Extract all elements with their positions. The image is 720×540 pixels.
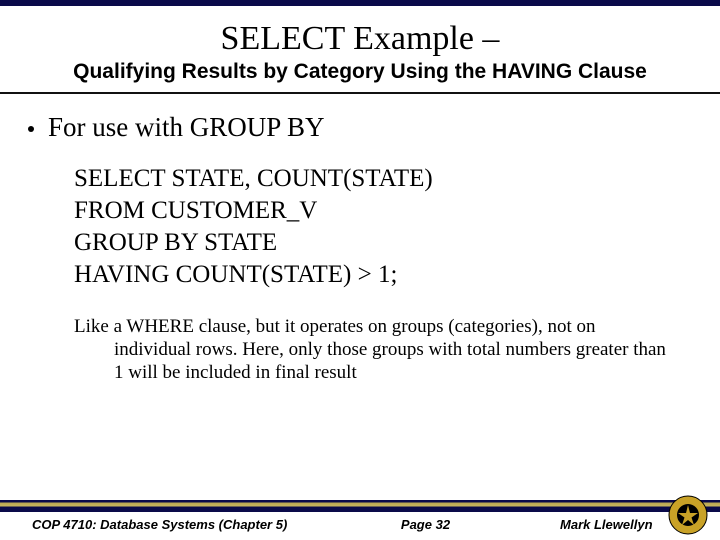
footer-page: Page 32 xyxy=(340,517,510,532)
code-line: SELECT STATE, COUNT(STATE) xyxy=(74,163,692,195)
footer-text-row: COP 4710: Database Systems (Chapter 5) P… xyxy=(0,517,720,532)
footer-accent-bar xyxy=(0,500,720,512)
code-line: GROUP BY STATE xyxy=(74,227,692,259)
footer-course: COP 4710: Database Systems (Chapter 5) xyxy=(32,517,340,532)
footer: COP 4710: Database Systems (Chapter 5) P… xyxy=(0,498,720,532)
slide-subtitle: Qualifying Results by Category Using the… xyxy=(20,60,700,84)
explanation-text: Like a WHERE clause, but it operates on … xyxy=(74,315,672,385)
title-area: SELECT Example – Qualifying Results by C… xyxy=(0,6,720,94)
bullet-text: For use with GROUP BY xyxy=(48,112,325,143)
slide-main-title: SELECT Example – xyxy=(20,20,700,58)
bullet-dot-icon xyxy=(28,126,34,132)
bullet-item: For use with GROUP BY xyxy=(28,112,692,143)
code-line: HAVING COUNT(STATE) > 1; xyxy=(74,259,692,291)
ucf-logo-icon xyxy=(668,495,708,535)
content-area: For use with GROUP BY SELECT STATE, COUN… xyxy=(0,94,720,385)
code-line: FROM CUSTOMER_V xyxy=(74,195,692,227)
sql-code-block: SELECT STATE, COUNT(STATE) FROM CUSTOMER… xyxy=(74,163,692,291)
